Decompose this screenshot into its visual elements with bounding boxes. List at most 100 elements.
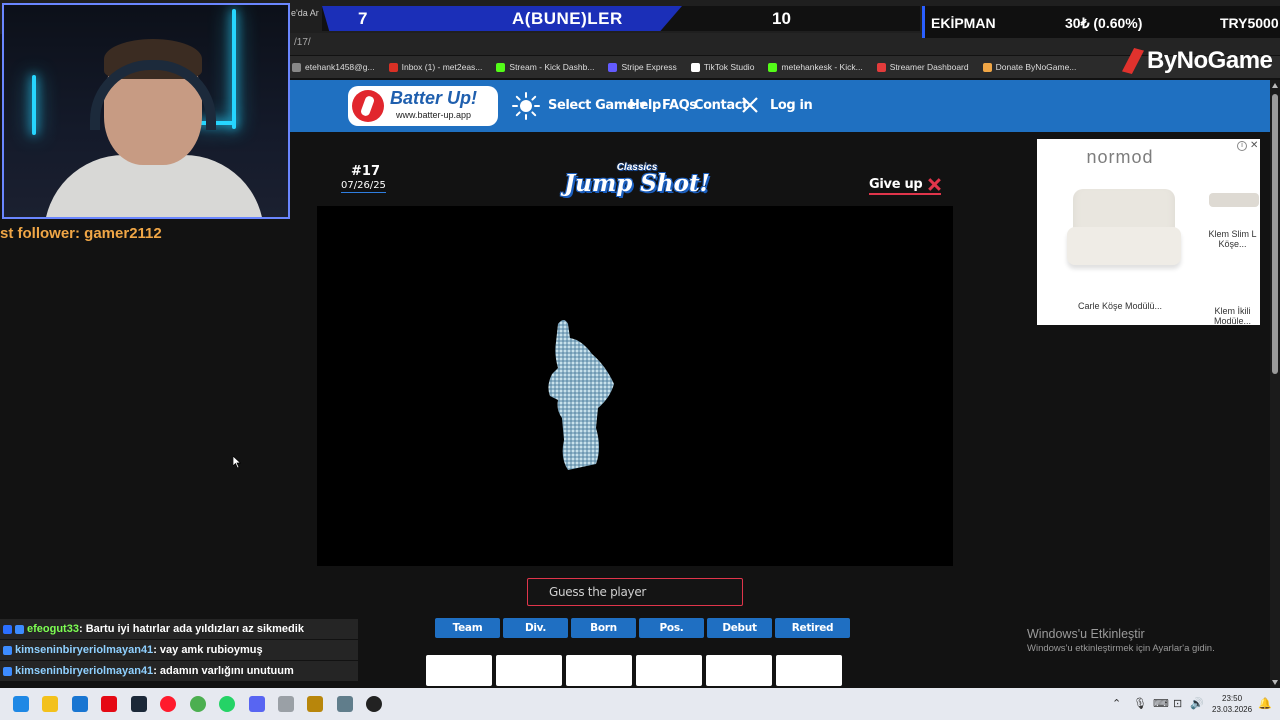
windows-start-icon[interactable]: [13, 696, 29, 712]
site-logo[interactable]: Batter Up! www.batter-up.app: [348, 86, 498, 126]
bookmark-3-label: Stream - Kick Dashb...: [509, 62, 595, 72]
nav-help[interactable]: Help: [629, 98, 661, 113]
bookmark-8-label: Donate ByNoGame...: [995, 62, 1077, 72]
guess-cell-team: [426, 655, 492, 686]
bookmark-4-label: Stripe Express: [621, 62, 677, 72]
bookmark-7-label: Streamer Dashboard: [889, 62, 969, 72]
bookmark-5-label: TikTok Studio: [703, 62, 755, 72]
score-right: 10: [772, 9, 791, 28]
nav-login[interactable]: Log in: [770, 98, 813, 113]
clock-time: 23:50: [1222, 694, 1243, 703]
ad-info-icon[interactable]: i: [1237, 141, 1247, 151]
stripe-icon: [608, 62, 618, 72]
chat-overlay: efeogut33 : Bartu iyi hatırlar ada yıldı…: [0, 619, 358, 682]
page-scrollbar[interactable]: [1270, 80, 1280, 688]
file-explorer-icon[interactable]: [42, 696, 58, 712]
bookmark-4[interactable]: Stripe Express: [608, 62, 677, 72]
notification-icon[interactable]: 🔔: [1258, 697, 1272, 710]
bookmark-3[interactable]: Stream - Kick Dashb...: [496, 62, 594, 72]
site-logo-url: www.batter-up.app: [396, 110, 472, 120]
nav-faqs[interactable]: FAQs: [662, 98, 697, 113]
nav-contact[interactable]: Contact: [694, 98, 748, 113]
guess-cell-born: [566, 655, 632, 686]
baseball-logo-icon: [352, 90, 384, 122]
bookmark-2[interactable]: Inbox (1) - met2eas...: [388, 62, 483, 72]
column-team: Team: [435, 618, 500, 638]
app-icon[interactable]: [307, 696, 323, 712]
site-navbar: Batter Up! www.batter-up.app Select Game…: [290, 80, 1270, 132]
discord-icon[interactable]: [249, 696, 265, 712]
goal-name: EKİPMAN: [931, 15, 996, 31]
guess-player-field[interactable]: [527, 578, 743, 606]
ad-close-icon[interactable]: ✕: [1250, 140, 1258, 151]
chat-user: kimseninbiryeriolmayan41: [15, 665, 154, 677]
neon-light-right: [232, 9, 236, 129]
store-icon[interactable]: [72, 696, 88, 712]
latest-follower: st follower: gamer2112: [0, 225, 162, 242]
chrome-icon[interactable]: [190, 696, 206, 712]
chat-badge-icon: [3, 645, 12, 655]
webcam-overlay: [2, 3, 290, 219]
advertisement[interactable]: normod i ✕ Klem Slim L Köşe... Carle Köş…: [1037, 139, 1260, 326]
chat-message: efeogut33 : Bartu iyi hatırlar ada yıldı…: [0, 619, 358, 639]
address-url[interactable]: /17/: [294, 37, 311, 48]
puzzle-date[interactable]: 07/26/25: [341, 180, 386, 193]
give-up-button[interactable]: Give up: [869, 177, 942, 195]
opera-icon[interactable]: [160, 696, 176, 712]
mouse-cursor-icon: [233, 456, 241, 468]
column-division: Div.: [503, 618, 568, 638]
kick-icon: [496, 62, 506, 72]
bookmark-7[interactable]: Streamer Dashboard: [876, 62, 969, 72]
ad-product-1[interactable]: Carle Köşe Modülü...: [1037, 301, 1203, 311]
ad-sofa-image-2[interactable]: [1209, 193, 1259, 207]
chat-text: : adamın varlığını unutuum: [153, 665, 294, 677]
ad-sofa-image[interactable]: [1067, 189, 1181, 269]
keyboard-icon[interactable]: ⌨: [1153, 697, 1169, 710]
score-left: 7: [358, 9, 368, 28]
scroll-down-icon[interactable]: [1272, 680, 1278, 685]
chat-message: kimseninbiryeriolmayan41 : vay amk rubio…: [0, 640, 358, 660]
player-silhouette-canvas: [317, 206, 953, 566]
obs-icon[interactable]: [366, 696, 382, 712]
chat-badge-icon-2: [15, 624, 24, 634]
bookmark-2-label: Inbox (1) - met2eas...: [401, 62, 483, 72]
bookmark-8[interactable]: Donate ByNoGame...: [982, 62, 1077, 72]
scroll-up-icon[interactable]: [1272, 83, 1278, 88]
steam-icon[interactable]: [131, 696, 147, 712]
system-clock[interactable]: 23:50 23.03.2026: [1212, 693, 1252, 715]
settings-icon[interactable]: [337, 696, 353, 712]
bookmark-1[interactable]: etehank1458@g...: [292, 62, 375, 72]
network-icon[interactable]: ⊡: [1173, 697, 1182, 710]
bookmark-6[interactable]: metehankesk - Kick...: [768, 62, 863, 72]
gmail-icon: [388, 62, 398, 72]
whatsapp-icon[interactable]: [219, 696, 235, 712]
netflix-icon[interactable]: [101, 696, 117, 712]
activation-title: Windows'u Etkinleştir: [1027, 627, 1145, 641]
bynogame-logo-icon: [1122, 48, 1144, 74]
game-title-main: Jump Shot!: [564, 170, 710, 197]
clue-column-headers: Team Div. Born Pos. Debut Retired: [435, 618, 850, 638]
clock-date: 23.03.2026: [1212, 705, 1253, 714]
windows-activation-watermark: Windows'u Etkinleştir Windows'u etkinleş…: [1027, 627, 1215, 654]
guess-player-input[interactable]: [528, 579, 742, 605]
bookmark-5[interactable]: TikTok Studio: [690, 62, 755, 72]
scrollbar-thumb[interactable]: [1272, 94, 1278, 374]
ad-brand: normod: [1086, 147, 1154, 167]
chat-badge-icon: [3, 666, 12, 676]
x-twitter-icon[interactable]: [742, 97, 758, 113]
tray-chevron-icon[interactable]: ⌃: [1112, 697, 1121, 710]
bynogame-icon: [982, 62, 992, 72]
ad-product-2[interactable]: Klem Slim L Köşe...: [1205, 229, 1260, 249]
guess-row: [426, 655, 842, 686]
goal-target: TRY5000: [1220, 15, 1279, 31]
ad-product-3[interactable]: Klem İkili Modüle...: [1205, 306, 1260, 326]
score-overlay: 7 A(BUNE)LER 10: [322, 6, 920, 31]
network-app-icon[interactable]: [278, 696, 294, 712]
browser-tab-fragment[interactable]: e'da Ar: [291, 8, 319, 18]
volume-icon[interactable]: 🔊: [1190, 697, 1204, 710]
sun-icon[interactable]: [512, 92, 540, 120]
neon-light-left: [32, 75, 36, 135]
goal-progress: 30₺ (0.60%): [1065, 15, 1143, 31]
microphone-icon[interactable]: 🎙: [1133, 697, 1147, 710]
screen: e'da Ar /17/ etehank1458@g... Inbox (1) …: [0, 0, 1280, 720]
